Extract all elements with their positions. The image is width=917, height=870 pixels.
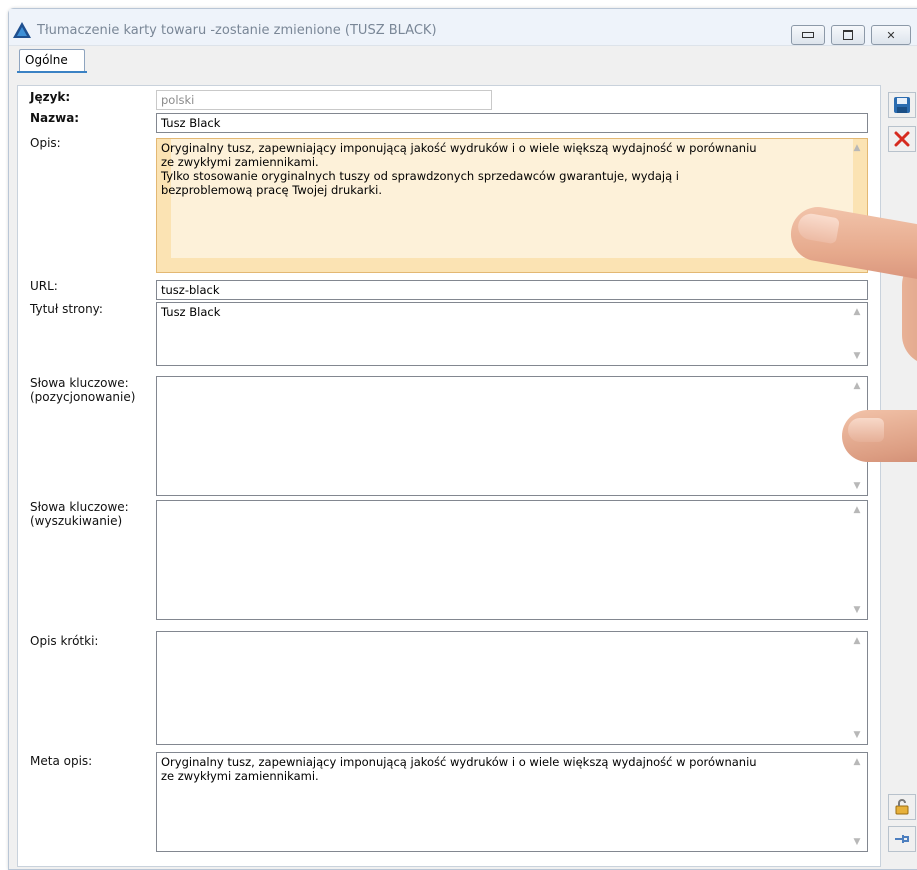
label-opis-krotki: Opis krótki:: [30, 634, 99, 648]
label-jezyk: Język:: [30, 90, 71, 104]
form-panel: Język: polski Nazwa: Tusz Black Opis: Or…: [17, 85, 881, 867]
finger-decoration: [842, 410, 917, 462]
jezyk-field: polski: [156, 90, 492, 110]
tytul-text: Tusz Black: [161, 305, 221, 319]
label-tytul: Tytuł strony:: [30, 302, 103, 316]
close-button[interactable]: ✕: [871, 25, 911, 45]
pin-button[interactable]: [888, 826, 916, 852]
scroll-up-icon[interactable]: ▲: [851, 505, 863, 515]
scroll-up-icon[interactable]: ▲: [851, 143, 863, 153]
lock-button[interactable]: [888, 794, 916, 820]
label-slowa-wyszukiwanie: Słowa kluczowe: (wyszukiwanie): [30, 500, 129, 528]
scroll-down-icon[interactable]: ▼: [851, 481, 863, 491]
scroll-up-icon[interactable]: ▲: [851, 307, 863, 317]
opis-krotki-textarea[interactable]: ▲ ▼: [156, 631, 868, 745]
close-icon: ✕: [886, 28, 896, 42]
maximize-icon: [843, 30, 853, 40]
tab-active-indicator: [17, 71, 87, 73]
padlock-icon: [895, 799, 909, 815]
label-nazwa: Nazwa:: [30, 111, 80, 125]
meta-opis-text: Oryginalny tusz, zapewniający imponującą…: [161, 755, 757, 783]
tab-ogolne[interactable]: Ogólne: [19, 49, 85, 71]
slowa-pozycjonowanie-textarea[interactable]: ▲ ▼: [156, 376, 868, 496]
floppy-disk-icon: [894, 97, 910, 113]
scroll-up-icon[interactable]: ▲: [851, 636, 863, 646]
scroll-down-icon[interactable]: ▼: [851, 351, 863, 361]
scroll-up-icon[interactable]: ▲: [851, 381, 863, 391]
opis-textarea[interactable]: Oryginalny tusz, zapewniający imponującą…: [156, 138, 868, 273]
scroll-down-icon[interactable]: ▼: [851, 837, 863, 847]
label-meta-opis: Meta opis:: [30, 754, 93, 768]
minimize-button[interactable]: [791, 25, 825, 45]
title-bar[interactable]: Tłumaczenie karty towaru -zostanie zmien…: [9, 9, 917, 46]
minimize-icon: [802, 32, 814, 38]
maximize-button[interactable]: [831, 25, 865, 45]
scroll-down-icon[interactable]: ▼: [851, 605, 863, 615]
scroll-down-icon[interactable]: ▼: [851, 730, 863, 740]
fingernail: [796, 211, 840, 245]
cancel-button[interactable]: [888, 126, 916, 152]
red-x-icon: [894, 131, 910, 147]
meta-opis-textarea[interactable]: Oryginalny tusz, zapewniający imponującą…: [156, 752, 868, 852]
tytul-textarea[interactable]: Tusz Black ▲ ▼: [156, 302, 868, 366]
scroll-up-icon[interactable]: ▲: [851, 757, 863, 767]
highlight-bottom: [157, 258, 867, 272]
opis-text: Oryginalny tusz, zapewniający imponującą…: [161, 141, 757, 197]
slowa-wyszukiwanie-textarea[interactable]: ▲ ▼: [156, 500, 868, 620]
app-logo-icon: [13, 22, 31, 38]
pin-icon: [895, 835, 909, 843]
label-opis: Opis:: [30, 136, 61, 150]
label-slowa-pozycjonowanie: Słowa kluczowe: (pozycjonowanie): [30, 376, 136, 404]
window-title: Tłumaczenie karty towaru -zostanie zmien…: [37, 23, 437, 38]
url-input[interactable]: tusz-black: [156, 280, 868, 300]
fingernail: [848, 418, 884, 442]
label-url: URL:: [30, 279, 58, 293]
save-button[interactable]: [888, 92, 916, 118]
dialog-window: Tłumaczenie karty towaru -zostanie zmien…: [8, 8, 917, 870]
nazwa-input[interactable]: Tusz Black: [156, 113, 868, 133]
